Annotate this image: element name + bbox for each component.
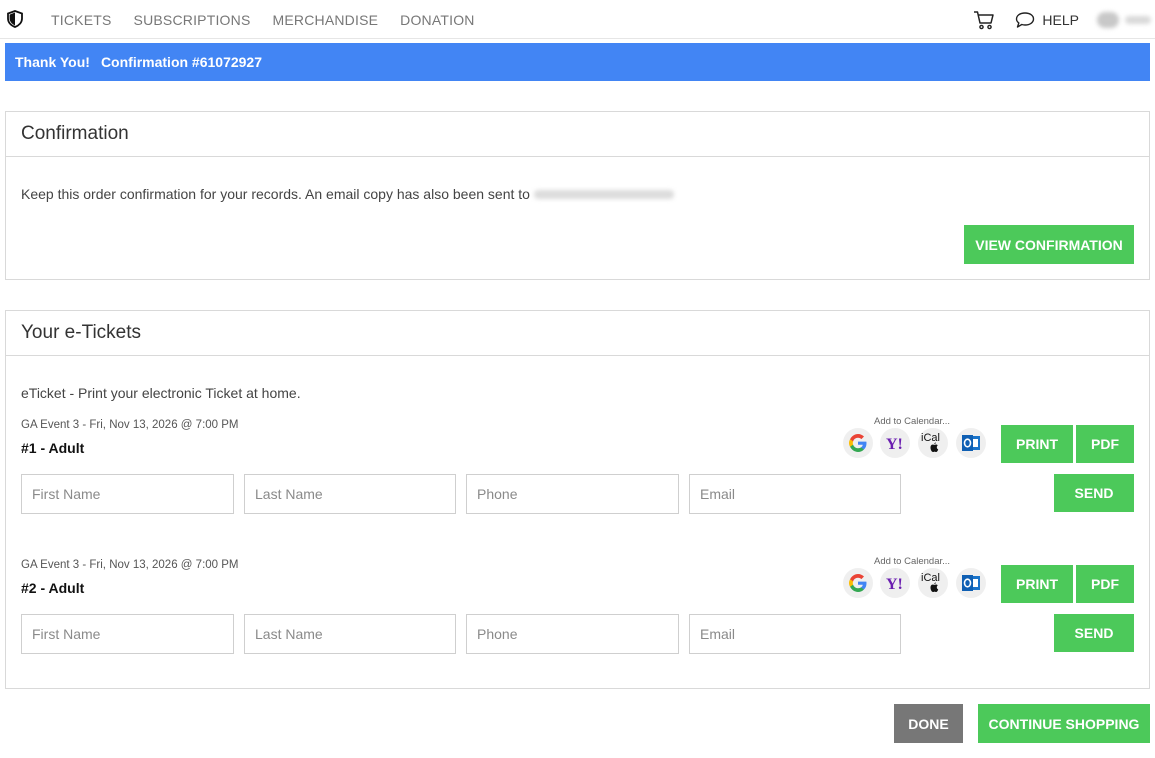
add-to-calendar-label: Add to Calendar... <box>874 416 951 427</box>
add-to-calendar-label: Add to Calendar... <box>874 556 951 567</box>
first-name-field[interactable] <box>21 474 234 514</box>
nav-link-merchandise[interactable]: MERCHANDISE <box>272 12 378 28</box>
nav-right: HELP <box>973 0 1155 39</box>
svg-text:Y!: Y! <box>886 576 903 592</box>
shield-logo-icon[interactable] <box>6 10 24 28</box>
pdf-button[interactable]: PDF <box>1076 425 1134 463</box>
ticket-event-info: GA Event 3 - Fri, Nov 13, 2026 @ 7:00 PM <box>21 559 239 571</box>
banner-thanks: Thank You! <box>15 54 90 70</box>
chat-bubble-icon[interactable] <box>1015 11 1035 29</box>
first-name-field[interactable] <box>21 614 234 654</box>
print-button[interactable]: PRINT <box>1001 565 1073 603</box>
avatar[interactable] <box>1097 11 1119 28</box>
ical-icon[interactable]: iCal <box>918 568 948 598</box>
google-calendar-icon[interactable] <box>843 568 873 598</box>
yahoo-calendar-icon[interactable]: Y! <box>880 568 910 598</box>
yahoo-calendar-icon[interactable]: Y! <box>880 428 910 458</box>
google-calendar-icon[interactable] <box>843 428 873 458</box>
cart-icon[interactable] <box>973 10 995 30</box>
ticket-event-info: GA Event 3 - Fri, Nov 13, 2026 @ 7:00 PM <box>21 419 239 431</box>
email-blurred <box>533 189 674 199</box>
print-button[interactable]: PRINT <box>1001 425 1073 463</box>
help-link[interactable]: HELP <box>1042 12 1079 28</box>
nav-link-subscriptions[interactable]: SUBSCRIPTIONS <box>134 12 251 28</box>
confirmation-text-row: Keep this order confirmation for your re… <box>21 186 674 202</box>
phone-field[interactable] <box>466 614 679 654</box>
banner-confirmation-number: Confirmation #61072927 <box>100 54 263 70</box>
account-name-blurred[interactable] <box>1125 15 1151 24</box>
last-name-field[interactable] <box>244 474 456 514</box>
email-field[interactable] <box>689 474 901 514</box>
ical-icon[interactable]: iCal <box>918 428 948 458</box>
send-button[interactable]: SEND <box>1054 614 1134 652</box>
last-name-field[interactable] <box>244 614 456 654</box>
phone-field[interactable] <box>466 474 679 514</box>
etickets-description: eTicket - Print your electronic Ticket a… <box>21 385 301 401</box>
etickets-panel-title: Your e-Tickets <box>6 311 1149 356</box>
outlook-icon[interactable] <box>956 568 986 598</box>
ticket-title: #1 - Adult <box>21 440 85 456</box>
view-confirmation-button[interactable]: VIEW CONFIRMATION <box>964 225 1134 264</box>
confirmation-banner: Thank You! Confirmation #61072927 <box>5 43 1150 81</box>
nav-link-tickets[interactable]: TICKETS <box>51 12 112 28</box>
pdf-button[interactable]: PDF <box>1076 565 1134 603</box>
nav-link-donation[interactable]: DONATION <box>400 12 474 28</box>
confirmation-text: Keep this order confirmation for your re… <box>21 186 530 202</box>
outlook-icon[interactable] <box>956 428 986 458</box>
email-field[interactable] <box>689 614 901 654</box>
ticket-row: GA Event 3 - Fri, Nov 13, 2026 @ 7:00 PM… <box>6 556 1149 666</box>
svg-text:iCal: iCal <box>921 432 940 444</box>
send-button[interactable]: SEND <box>1054 474 1134 512</box>
ticket-row: GA Event 3 - Fri, Nov 13, 2026 @ 7:00 PM… <box>6 416 1149 526</box>
top-nav: TICKETS SUBSCRIPTIONS MERCHANDISE DONATI… <box>0 0 1155 39</box>
svg-text:Y!: Y! <box>886 436 903 452</box>
continue-shopping-button[interactable]: CONTINUE SHOPPING <box>978 704 1150 743</box>
svg-text:iCal: iCal <box>921 572 940 584</box>
etickets-panel: Your e-Tickets eTicket - Print your elec… <box>5 310 1150 689</box>
confirmation-panel-title: Confirmation <box>6 112 1149 157</box>
done-button[interactable]: DONE <box>894 704 963 743</box>
nav-links: TICKETS SUBSCRIPTIONS MERCHANDISE DONATI… <box>40 0 486 39</box>
ticket-title: #2 - Adult <box>21 580 85 596</box>
confirmation-panel: Confirmation Keep this order confirmatio… <box>5 111 1150 280</box>
